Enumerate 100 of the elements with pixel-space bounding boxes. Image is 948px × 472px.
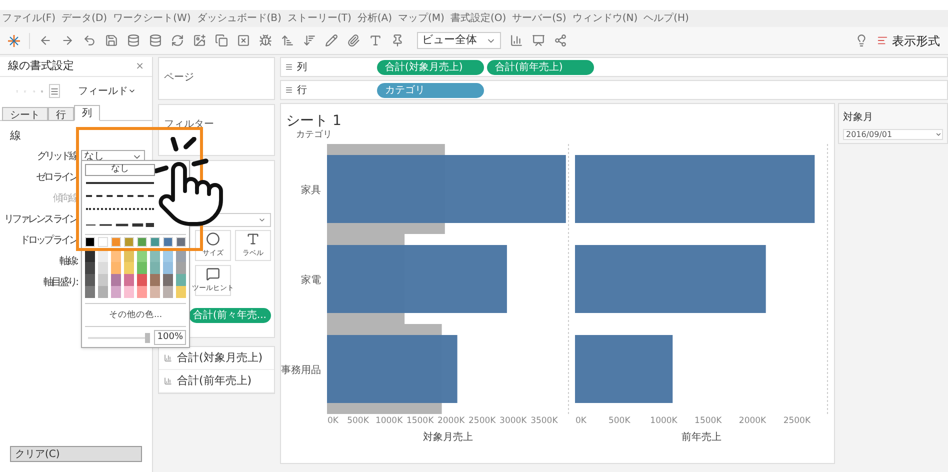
color-swatch[interactable] (163, 237, 173, 247)
refresh-icon[interactable] (171, 34, 184, 47)
section-title: 線 (9, 128, 22, 144)
tab[interactable]: 列 (74, 105, 100, 121)
axis-tick-label: 1000K (375, 416, 403, 426)
lightbulb-icon[interactable] (855, 34, 868, 47)
color-swatch[interactable] (85, 250, 95, 262)
color-swatch[interactable] (98, 250, 108, 262)
clear-sheet-icon[interactable] (237, 34, 250, 47)
color-swatch[interactable] (111, 286, 121, 298)
setting-label: 軸線: (58, 254, 77, 269)
text-icon[interactable] (369, 34, 382, 47)
back-arrow-icon[interactable] (39, 34, 52, 47)
color-swatch[interactable] (85, 237, 95, 247)
color-swatch[interactable] (163, 262, 173, 274)
color-swatch[interactable] (150, 262, 160, 274)
show-me-button[interactable]: 表示形式 (877, 32, 940, 50)
duplicate-icon[interactable] (215, 34, 228, 47)
axis-tick-label: 3500K (530, 416, 558, 426)
view-size-select[interactable]: ビュー全体 (417, 32, 501, 49)
tab[interactable]: 行 (48, 107, 74, 121)
date-select[interactable]: 2016/09/01 (843, 129, 943, 140)
color-swatch[interactable] (85, 286, 95, 298)
forward-arrow-icon[interactable] (61, 34, 74, 47)
menu-item[interactable]: 分析(A) (357, 11, 392, 26)
color-swatch[interactable] (111, 250, 121, 262)
color-swatch[interactable] (85, 274, 95, 286)
database-icon[interactable] (127, 34, 140, 47)
tab[interactable]: シート (2, 107, 48, 121)
axis-tick-label: 2000K (738, 416, 766, 426)
color-swatch[interactable] (98, 262, 108, 274)
color-swatch[interactable] (98, 274, 108, 286)
database-icon[interactable] (149, 34, 162, 47)
opacity-slider[interactable] (88, 332, 150, 342)
clear-button[interactable]: クリア(C) (10, 446, 142, 462)
color-swatch[interactable] (124, 286, 134, 298)
color-swatch[interactable] (124, 237, 134, 247)
logo-icon[interactable] (8, 34, 20, 46)
color-swatch[interactable] (163, 286, 173, 298)
sort-ascending-icon[interactable] (281, 34, 294, 47)
measure-field[interactable]: 合計(対象月売上) (177, 350, 263, 366)
menu-item[interactable]: ファイル(F) (2, 11, 56, 26)
menu-item[interactable]: 書式設定(O) (450, 11, 506, 26)
menu-item[interactable]: ワークシート(W) (113, 11, 191, 26)
color-swatch[interactable] (163, 274, 173, 286)
axis-tick-label: 2500K (783, 416, 811, 426)
sort-descending-icon[interactable] (303, 34, 316, 47)
color-swatch[interactable] (150, 250, 160, 262)
color-swatch[interactable] (124, 274, 134, 286)
presentation-icon[interactable] (532, 34, 545, 47)
color-swatch[interactable] (98, 286, 108, 298)
color-swatch[interactable] (176, 286, 186, 298)
menu-item[interactable]: ストーリー(T) (287, 11, 352, 26)
save-icon[interactable] (105, 34, 118, 47)
color-swatch[interactable] (111, 237, 121, 247)
color-swatch[interactable] (176, 237, 186, 247)
more-colors-link[interactable]: その他の色... (108, 309, 162, 322)
highlight-pen-icon[interactable] (325, 34, 338, 47)
color-swatch[interactable] (124, 250, 134, 262)
color-swatch[interactable] (176, 250, 186, 262)
opacity-slider-thumb[interactable] (145, 332, 150, 342)
menu-item[interactable]: ダッシュボード(B) (196, 11, 282, 26)
menu-item[interactable]: ヘルプ(H) (644, 11, 689, 26)
color-swatch[interactable] (163, 250, 173, 262)
color-swatch[interactable] (150, 274, 160, 286)
color-swatch[interactable] (150, 286, 160, 298)
color-swatch[interactable] (98, 237, 108, 247)
format-icon (877, 35, 888, 46)
line-style-option[interactable]: なし (85, 164, 155, 176)
sheet-title: シート 1 (285, 112, 342, 130)
undo-icon[interactable] (83, 34, 96, 47)
opacity-reading: 100% (154, 330, 186, 346)
field-menu[interactable]: フィールド (78, 84, 136, 98)
share-icon[interactable] (554, 34, 567, 47)
close-button[interactable]: × (136, 59, 144, 74)
color-swatch[interactable] (85, 262, 95, 274)
color-swatch[interactable] (111, 262, 121, 274)
menu-item[interactable]: データ(D) (62, 11, 108, 26)
pin-icon[interactable] (391, 34, 404, 47)
color-swatch[interactable] (176, 262, 186, 274)
menu-item[interactable]: マップ(M) (398, 11, 444, 26)
color-swatch[interactable] (111, 274, 121, 286)
menu-item[interactable]: サーバー(S) (512, 11, 566, 26)
color-swatch[interactable] (124, 262, 134, 274)
color-swatch[interactable] (137, 237, 147, 247)
color-swatch[interactable] (137, 250, 147, 262)
color-swatch[interactable] (150, 237, 160, 247)
color-swatch[interactable] (137, 274, 147, 286)
menu-item[interactable]: ウィンドウ(N) (572, 11, 638, 26)
color-swatch[interactable] (176, 274, 186, 286)
show-cards-icon[interactable] (510, 34, 523, 47)
color-swatch[interactable] (137, 286, 147, 298)
axis-tick-label: 1000K (650, 416, 678, 426)
paperclip-icon[interactable] (347, 34, 360, 47)
color-swatch[interactable] (137, 262, 147, 274)
measure-field[interactable]: 合計(前年売上) (177, 372, 252, 390)
axis-title: 前年売上 (682, 432, 722, 443)
setting-label: 軸目盛り: (42, 276, 77, 290)
new-sheet-icon[interactable] (193, 34, 206, 47)
lines-icon[interactable] (49, 84, 60, 98)
